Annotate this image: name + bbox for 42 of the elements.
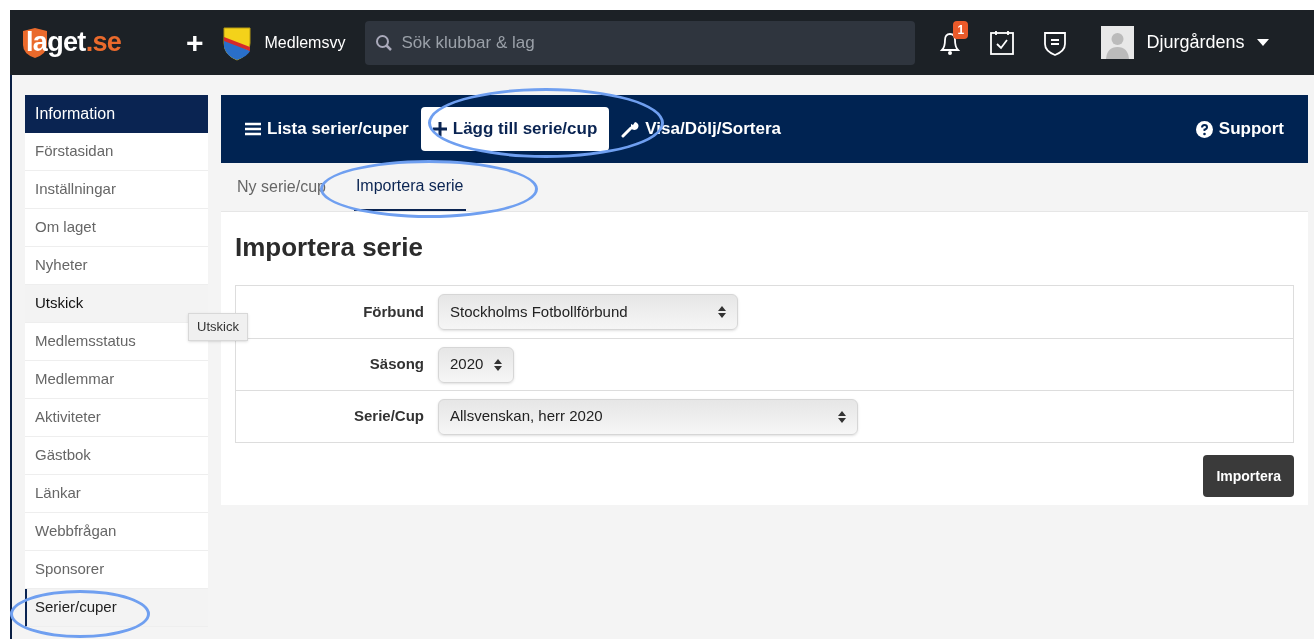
sidebar-item[interactable]: Nyheter [25,247,208,285]
sidebar-item[interactable]: Aktiviteter [25,399,208,437]
sidebar-item[interactable]: Serier/cuper [25,589,208,627]
sidebar-item[interactable]: Sponsorer [25,551,208,589]
notification-badge: 1 [953,20,969,39]
field-label: Förbund [362,301,424,322]
wrench-icon [621,120,640,138]
search-field[interactable]: Sök klubbar & lag [365,20,916,65]
shield-list-icon[interactable] [1043,29,1068,56]
sidebar-item[interactable]: Förstasidan [25,133,208,171]
search-icon [375,33,394,52]
sidebar-item[interactable]: Om laget [25,209,208,247]
sidebar-item[interactable]: Länkar [25,475,208,513]
club-crest-icon[interactable] [221,24,252,61]
sidebar-item[interactable]: Webbfrågan [25,513,208,551]
updown-arrow-icon [838,410,846,423]
updown-arrow-icon [718,306,726,318]
select-dropdown[interactable]: Stockholms Fotbollförbund [438,294,738,330]
select-dropdown[interactable]: 2020 [438,346,514,383]
support-link[interactable]: Support [1195,116,1284,142]
add-button[interactable]: + [186,27,204,58]
field-label: Serie/Cup [352,406,424,427]
toolbar-tab[interactable]: Lägg till serie/cup [420,107,610,151]
menu-icon [245,122,261,136]
user-name[interactable]: Djurgårdens [1146,29,1245,56]
updown-arrow-icon [494,358,502,371]
sidebar-header: Information [25,95,208,133]
caret-icon[interactable] [1256,38,1269,47]
help-icon [1195,120,1213,138]
avatar-icon[interactable] [1101,26,1135,59]
plus-icon [432,122,447,136]
toolbar-tab[interactable]: Lista serier/cuper [245,107,409,151]
select-dropdown[interactable]: Allsvenskan, herr 2020 [438,398,858,435]
field-label: Säsong [368,354,424,375]
sidebar-item[interactable]: Inställningar [25,171,208,209]
sidebar-item[interactable]: Gästbok [25,437,208,475]
member-view-label[interactable]: Medlemsvy [264,30,346,55]
page-heading: Importera serie [235,231,424,264]
calendar-check-icon[interactable] [989,29,1016,56]
sidebar-item[interactable]: Medlemmar [25,361,208,399]
import-button[interactable]: Importera [1203,455,1294,497]
tooltip: Utskick [188,313,248,341]
